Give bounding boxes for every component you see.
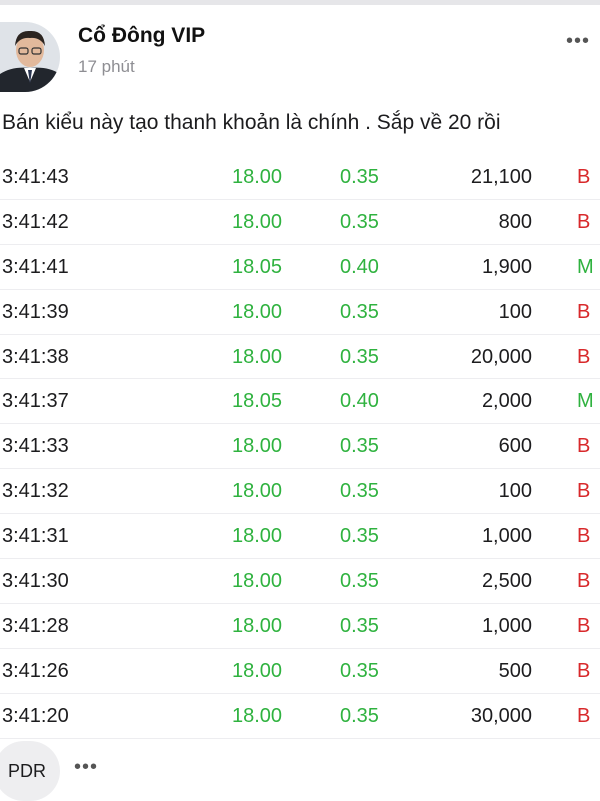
- trade-time: 3:41:26: [2, 659, 69, 682]
- trade-time: 3:41:43: [2, 166, 69, 188]
- trade-change: 0.35: [340, 659, 379, 682]
- trade-side: B: [577, 300, 591, 323]
- trade-price: 18.00: [232, 704, 283, 727]
- trade-volume: 1,000: [481, 525, 532, 548]
- trade-price: 18.00: [232, 570, 283, 593]
- trade-change: 0.40: [340, 390, 379, 413]
- more-options-icon[interactable]: •••: [566, 30, 590, 53]
- trade-change: 0.35: [340, 300, 379, 323]
- trade-price: 18.00: [232, 525, 283, 548]
- trade-price: 18.00: [232, 300, 283, 323]
- trade-side: B: [577, 570, 591, 593]
- trade-side: B: [577, 435, 591, 458]
- table-row: 3:41:20 18.00 0.35 30,000 B: [0, 694, 600, 739]
- top-divider: [0, 0, 600, 5]
- trade-side: B: [577, 345, 591, 368]
- trade-volume: 100: [498, 480, 532, 503]
- trade-price: 18.00: [232, 614, 283, 637]
- trade-volume: 600: [498, 435, 532, 458]
- trade-side: B: [577, 704, 591, 727]
- table-row: 3:41:33 18.00 0.35 600 B: [0, 424, 600, 470]
- trade-time: 3:41:42: [2, 210, 69, 233]
- trade-volume: 2,000: [481, 390, 532, 413]
- post-time: 17 phút: [78, 57, 135, 76]
- table-row: 3:41:39 18.00 0.35 100 B: [0, 290, 600, 335]
- trade-change: 0.35: [340, 614, 379, 637]
- table-row: 3:41:26 18.00 0.35 500 B: [0, 649, 600, 694]
- trade-time: 3:41:32: [2, 480, 69, 503]
- table-row: 3:41:31 18.00 0.35 1,000 B: [0, 514, 600, 560]
- trade-time: 3:41:39: [2, 300, 69, 323]
- trade-volume: 800: [498, 210, 532, 233]
- trade-time: 3:41:20: [2, 704, 69, 727]
- trade-price: 18.00: [232, 659, 283, 682]
- trade-time: 3:41:41: [2, 255, 69, 278]
- trade-time: 3:41:38: [2, 345, 69, 368]
- trade-time: 3:41:37: [2, 390, 69, 413]
- trade-change: 0.35: [340, 435, 379, 458]
- trade-volume: 20,000: [470, 345, 532, 368]
- trade-volume: 1,900: [481, 255, 532, 278]
- trade-volume: 1,000: [481, 614, 532, 637]
- trade-price: 18.00: [232, 166, 283, 188]
- table-row: 3:41:37 18.05 0.40 2,000 M: [0, 379, 600, 425]
- trade-volume: 500: [498, 659, 532, 682]
- trade-price: 18.00: [232, 210, 283, 233]
- trade-volume: 2,500: [481, 570, 532, 593]
- trade-price: 18.00: [232, 435, 283, 458]
- trade-change: 0.35: [340, 166, 379, 188]
- trade-side: B: [577, 525, 591, 548]
- trade-volume: 100: [498, 300, 532, 323]
- trade-volume: 30,000: [470, 704, 532, 727]
- table-row: 3:41:30 18.00 0.35 2,500 B: [0, 559, 600, 604]
- avatar[interactable]: [0, 22, 60, 92]
- table-row: 3:41:43 18.00 0.35 21,100 B: [0, 155, 600, 200]
- trade-change: 0.35: [340, 704, 379, 727]
- trade-change: 0.35: [340, 210, 379, 233]
- table-row: 3:41:38 18.00 0.35 20,000 B: [0, 335, 600, 380]
- trade-table: 3:41:43 18.00 0.35 21,100 B 3:41:42 18.00 0.35 8…: [0, 155, 600, 739]
- trade-side: B: [577, 480, 591, 503]
- author-name[interactable]: Cổ Đông VIP: [78, 24, 205, 48]
- trade-side: M: [577, 390, 594, 413]
- trade-side: B: [577, 210, 591, 233]
- trade-time: 3:41:31: [2, 525, 69, 548]
- trade-price: 18.05: [232, 255, 283, 278]
- table-row: 3:41:41 18.05 0.40 1,900 M: [0, 245, 600, 290]
- more-actions-icon[interactable]: •••: [74, 756, 98, 779]
- trade-price: 18.00: [232, 345, 283, 368]
- trade-side: B: [577, 166, 591, 188]
- table-row: 3:41:28 18.00 0.35 1,000 B: [0, 604, 600, 649]
- trade-side: B: [577, 659, 591, 682]
- user-avatar-icon: [0, 22, 60, 92]
- trade-side: B: [577, 614, 591, 637]
- trade-change: 0.35: [340, 480, 379, 503]
- ticker-tag-label: PDR: [8, 761, 47, 781]
- trade-time: 3:41:30: [2, 570, 69, 593]
- ticker-tag[interactable]: PDR: [0, 741, 60, 801]
- trade-volume: 21,100: [470, 166, 532, 188]
- trade-time: 3:41:33: [2, 435, 69, 458]
- table-row: 3:41:42 18.00 0.35 800 B: [0, 200, 600, 245]
- trade-change: 0.35: [340, 570, 379, 593]
- table-row: 3:41:32 18.00 0.35 100 B: [0, 469, 600, 515]
- post-text: Bán kiểu này tạo thanh khoản là chính . …: [2, 111, 501, 134]
- trade-price: 18.00: [232, 480, 283, 503]
- trade-change: 0.40: [340, 255, 379, 278]
- trade-change: 0.35: [340, 525, 379, 548]
- trade-change: 0.35: [340, 345, 379, 368]
- trade-side: M: [577, 255, 594, 278]
- trade-price: 18.05: [232, 390, 283, 413]
- trade-time: 3:41:28: [2, 614, 69, 637]
